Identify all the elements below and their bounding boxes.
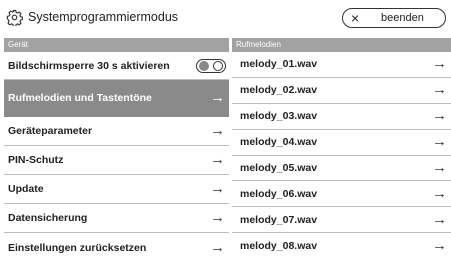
ringtone-filename: melody_04.wav bbox=[240, 136, 318, 149]
top-bar: Systemprogrammiermodus × beenden bbox=[0, 0, 451, 36]
menu-item-label: PIN-Schutz bbox=[8, 154, 64, 166]
exit-button-label: beenden bbox=[381, 12, 424, 24]
device-settings-panel: Gerät Bildschirmsperre 30 s aktivieren R… bbox=[4, 38, 229, 259]
screenlock-label: Bildschirmsperre 30 s aktivieren bbox=[8, 59, 170, 72]
arrow-right-icon: → bbox=[210, 122, 225, 140]
arrow-right-icon: → bbox=[432, 237, 447, 255]
menu-item-update[interactable]: Update → bbox=[4, 175, 229, 204]
ringtone-item[interactable]: melody_05.wav → bbox=[232, 156, 451, 182]
arrow-right-icon: → bbox=[210, 238, 225, 256]
menu-item-backup[interactable]: Datensicherung → bbox=[4, 204, 229, 233]
ringtone-filename: melody_06.wav bbox=[240, 187, 318, 200]
ringtone-item[interactable]: melody_07.wav → bbox=[232, 207, 451, 234]
ringtone-filename: melody_05.wav bbox=[240, 162, 318, 174]
arrow-right-icon: → bbox=[210, 89, 225, 107]
ringtone-item[interactable]: melody_04.wav → bbox=[232, 130, 451, 156]
menu-item-label: Geräteparameter bbox=[8, 125, 93, 137]
ringtone-item[interactable]: melody_06.wav → bbox=[232, 181, 451, 208]
ringtone-item[interactable]: melody_02.wav → bbox=[232, 78, 451, 104]
toggle-off-knob bbox=[199, 60, 209, 71]
menu-item-label: Update bbox=[8, 183, 44, 195]
arrow-right-icon: → bbox=[210, 180, 225, 198]
exit-button[interactable]: × beenden bbox=[342, 8, 446, 28]
ringtones-section-header: Rufmelodien bbox=[232, 38, 451, 52]
arrow-right-icon: → bbox=[432, 185, 447, 203]
menu-item-ringtones[interactable]: Rufmelodien und Tastentöne → bbox=[4, 80, 229, 117]
arrow-right-icon: → bbox=[210, 151, 225, 169]
screenlock-row: Bildschirmsperre 30 s aktivieren bbox=[4, 52, 229, 80]
arrow-right-icon: → bbox=[210, 209, 225, 227]
menu-item-device-parameters[interactable]: Geräteparameter → bbox=[4, 117, 229, 146]
gear-icon bbox=[6, 9, 23, 26]
screenlock-toggle[interactable] bbox=[196, 58, 226, 73]
arrow-right-icon: → bbox=[432, 107, 447, 125]
arrow-right-icon: → bbox=[432, 133, 447, 151]
arrow-right-icon: → bbox=[432, 159, 447, 177]
ringtone-filename: melody_07.wav bbox=[240, 213, 318, 226]
arrow-right-icon: → bbox=[432, 210, 447, 228]
close-icon: × bbox=[351, 10, 360, 26]
device-section-header: Gerät bbox=[4, 38, 229, 52]
ringtone-filename: melody_08.wav bbox=[240, 240, 318, 253]
menu-item-label: Datensicherung bbox=[8, 212, 88, 224]
menu-item-label: Einstellungen zurücksetzen bbox=[8, 241, 147, 254]
ringtone-filename: melody_03.wav bbox=[240, 110, 318, 123]
ringtone-filename: melody_01.wav bbox=[240, 58, 318, 71]
menu-item-reset-settings[interactable]: Einstellungen zurücksetzen → bbox=[4, 233, 229, 262]
page-title: Systemprogrammiermodus bbox=[28, 10, 179, 24]
arrow-right-icon: → bbox=[432, 81, 447, 99]
ringtone-item[interactable]: melody_08.wav → bbox=[232, 233, 451, 259]
ringtone-filename: melody_02.wav bbox=[240, 84, 318, 97]
ringtone-item[interactable]: melody_03.wav → bbox=[232, 104, 451, 130]
arrow-right-icon: → bbox=[432, 55, 447, 73]
ringtones-panel: Rufmelodien melody_01.wav → melody_02.wa… bbox=[232, 38, 451, 259]
menu-item-pin-protection[interactable]: PIN-Schutz → bbox=[4, 146, 229, 175]
menu-item-label: Rufmelodien und Tastentöne bbox=[8, 92, 152, 104]
ringtone-item[interactable]: melody_01.wav → bbox=[232, 52, 451, 78]
toggle-ring bbox=[213, 60, 223, 71]
